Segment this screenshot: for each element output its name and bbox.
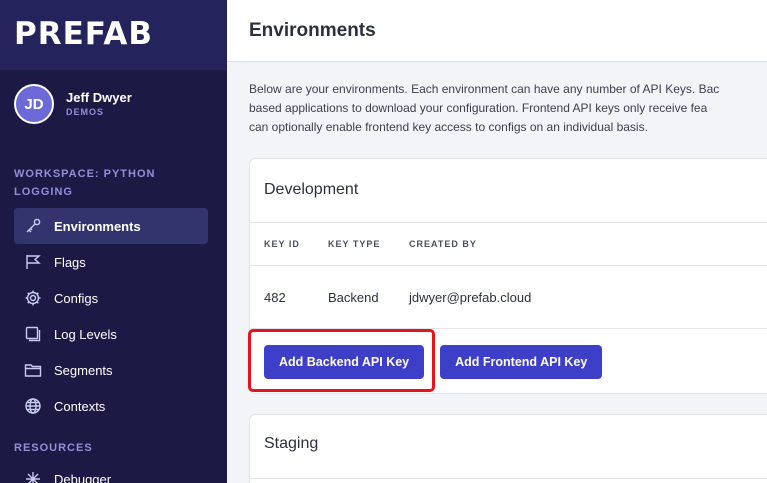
key-icon (24, 217, 42, 235)
user-info: Jeff Dwyer DEMOS (66, 90, 132, 119)
add-backend-api-key-button[interactable]: Add Backend API Key (264, 345, 425, 379)
folder-icon (24, 361, 42, 379)
sidebar-item-configs[interactable]: Configs (14, 280, 208, 316)
sidebar-nav: Environments Flags Configs Log Levels Se… (14, 208, 208, 424)
table-row: 482 Backend jdwyer@prefab.cloud (250, 266, 767, 329)
resources-label: RESOURCES (14, 442, 93, 454)
page-description: Below are your environments. Each enviro… (249, 80, 767, 137)
gear-icon (24, 289, 42, 307)
page-title: Environments (249, 20, 376, 41)
add-frontend-api-key-button[interactable]: Add Frontend API Key (440, 345, 603, 379)
environment-title: Staging (250, 415, 767, 479)
page-header: Environments (227, 0, 767, 62)
cell-created-by: jdwyer@prefab.cloud (409, 289, 532, 305)
log-icon (24, 325, 42, 343)
sidebar-item-label: Flags (54, 254, 86, 270)
sidebar-item-label: Configs (54, 290, 99, 306)
user-profile[interactable]: JD Jeff Dwyer DEMOS (14, 84, 132, 124)
environment-card-development: Development KEY ID KEY TYPE CREATED BY 4… (249, 158, 767, 394)
description-line: based applications to download your conf… (249, 101, 708, 115)
user-org: DEMOS (66, 106, 105, 117)
sidebar-item-contexts[interactable]: Contexts (14, 388, 208, 424)
avatar[interactable]: JD (14, 84, 54, 124)
sidebar-item-label: Debugger (54, 471, 112, 483)
sidebar-item-segments[interactable]: Segments (14, 352, 208, 388)
user-name: Jeff Dwyer (66, 89, 132, 105)
sidebar-item-log-levels[interactable]: Log Levels (14, 316, 208, 352)
sidebar-item-flags[interactable]: Flags (14, 244, 208, 280)
button-group: Add Backend API Key Add Frontend API Key (264, 345, 603, 379)
column-header-created-by: CREATED BY (409, 239, 477, 249)
bug-icon (24, 470, 42, 483)
table-header: KEY ID KEY TYPE CREATED BY (250, 223, 767, 266)
globe-icon (24, 397, 42, 415)
column-header-key-type: KEY TYPE (328, 239, 381, 249)
logo-area: PREFAB (0, 0, 227, 70)
workspace-label: WORKSPACE: PYTHON LOGGING (14, 168, 156, 198)
sidebar-item-debugger[interactable]: Debugger (24, 470, 111, 483)
prefab-logo[interactable]: PREFAB (14, 14, 213, 54)
sidebar-item-label: Contexts (54, 398, 106, 414)
main-content: Environments Below are your environments… (227, 0, 767, 483)
environment-card-staging: Staging (249, 414, 767, 483)
cell-key-id: 482 (264, 289, 286, 305)
column-header-key-id: KEY ID (264, 239, 300, 249)
description-line: can optionally enable frontend key acces… (249, 120, 648, 134)
cell-key-type: Backend (328, 289, 379, 305)
flag-icon (24, 253, 42, 271)
description-line: Below are your environments. Each enviro… (249, 82, 720, 96)
sidebar-item-label: Environments (54, 218, 141, 234)
environment-title: Development (250, 159, 767, 223)
sidebar-item-label: Segments (54, 362, 113, 378)
sidebar-item-environments[interactable]: Environments (14, 208, 208, 244)
sidebar: PREFAB JD Jeff Dwyer DEMOS WORKSPACE: PY… (0, 0, 227, 483)
sidebar-item-label: Log Levels (54, 326, 117, 342)
